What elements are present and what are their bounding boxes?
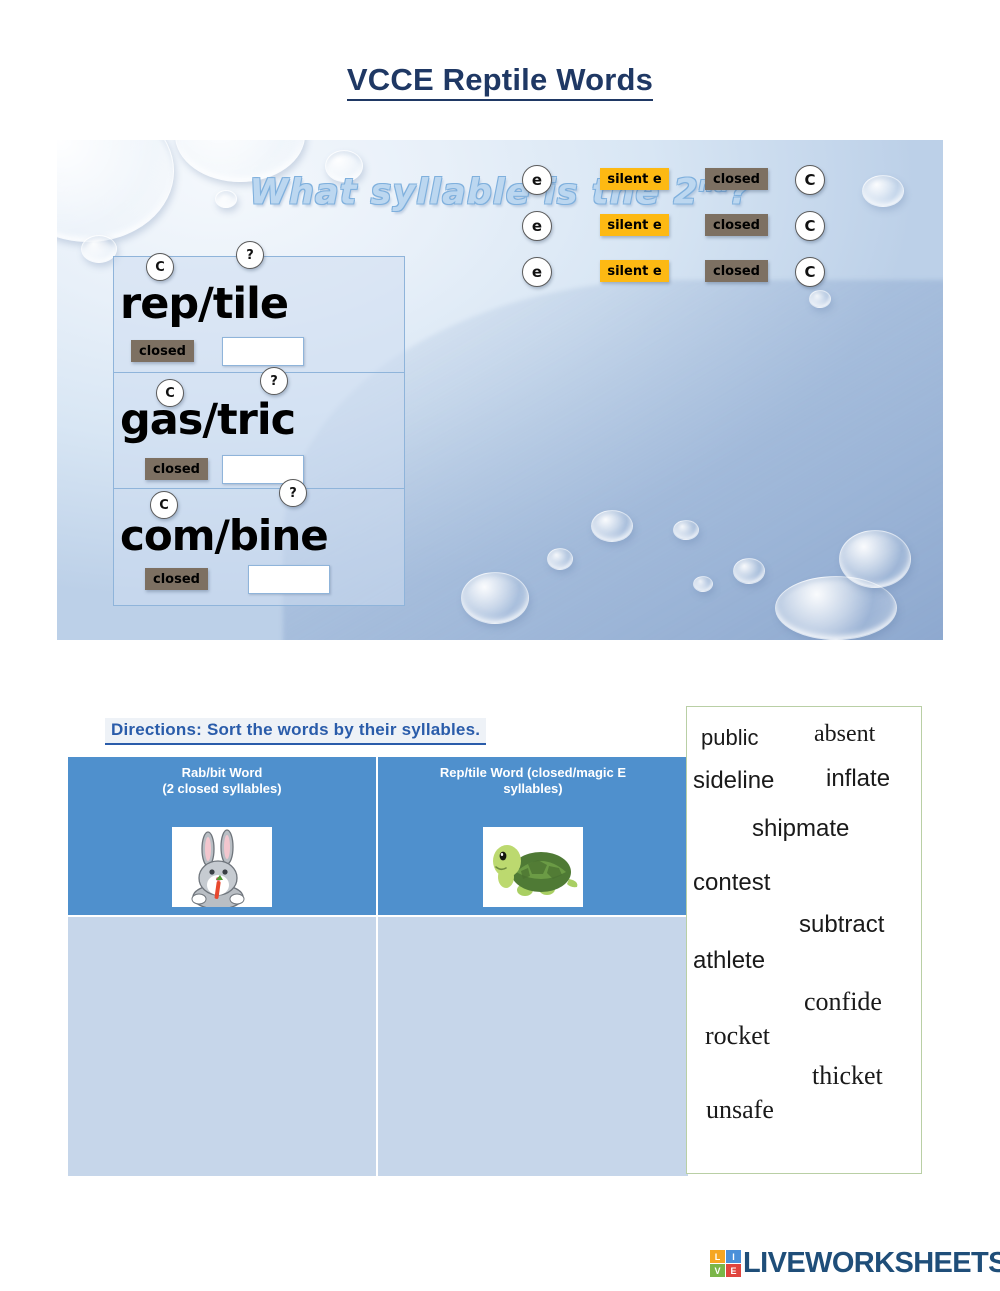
sort-table-header-row: Rab/bit Word (2 closed syllables) Rep/ti…	[68, 757, 688, 915]
water-droplet-icon	[673, 520, 699, 540]
water-droplet-icon	[547, 548, 573, 570]
word-bank-item[interactable]: inflate	[826, 765, 890, 793]
word-bank-item[interactable]: subtract	[799, 911, 884, 939]
closed-chip[interactable]: closed	[145, 568, 208, 590]
token-c-circle[interactable]: C	[795, 165, 825, 195]
water-droplet-icon	[591, 510, 633, 542]
syllable-word: rep/tile	[120, 279, 289, 329]
sort-column-header-rabbit: Rab/bit Word (2 closed syllables)	[68, 757, 378, 915]
question-badge[interactable]: ?	[279, 479, 307, 507]
page-title-text: VCCE Reptile Words	[346, 62, 654, 101]
directions-text: Sort the words by their syllables.	[206, 720, 481, 739]
logo-tile-l: L	[710, 1250, 725, 1263]
closed-chip[interactable]: closed	[145, 458, 208, 480]
water-droplet-icon	[693, 576, 713, 592]
logo-tile-e: E	[726, 1264, 741, 1277]
sort-dropzone-reptile[interactable]	[378, 917, 688, 1176]
syllable-word: com/bine	[120, 511, 329, 560]
word-bank-item[interactable]: confide	[804, 987, 882, 1017]
directions-separator: :	[196, 720, 207, 739]
closed-syllable-badge[interactable]: C	[150, 491, 178, 519]
answer-drop-box[interactable]	[222, 337, 304, 366]
water-droplet-icon	[733, 558, 765, 584]
answer-drop-box[interactable]	[248, 565, 330, 594]
token-closed-chip[interactable]: closed	[705, 168, 768, 190]
sort-dropzone-rabbit[interactable]	[68, 917, 378, 1176]
turtle-illustration	[483, 827, 583, 907]
sort-column-header-line1: Rab/bit Word	[181, 765, 263, 780]
directions-label: Directions	[111, 720, 197, 739]
word-bank-item[interactable]: sideline	[693, 767, 774, 795]
question-badge[interactable]: ?	[236, 241, 264, 269]
sort-column-header-line2: (2 closed syllables)	[162, 781, 282, 796]
token-silent-e-chip[interactable]: silent e	[600, 214, 669, 236]
word-bank-item[interactable]: rocket	[705, 1021, 770, 1051]
word-bank-item[interactable]: absent	[814, 721, 875, 748]
word-bank-item[interactable]: contest	[693, 869, 770, 897]
token-e-circle[interactable]: e	[522, 165, 552, 195]
sort-column-header-line1: Rep/tile Word (closed/magic E	[439, 765, 627, 780]
word-bank-item[interactable]: thicket	[812, 1061, 883, 1091]
syllable-word-panel: C ? rep/tile closed C ? gas/tric closed …	[113, 241, 405, 606]
closed-syllable-badge[interactable]: C	[156, 379, 184, 407]
token-e-circle[interactable]: e	[522, 257, 552, 287]
sort-column-header-line2: syllables)	[503, 781, 563, 796]
word-bank-item[interactable]: unsafe	[706, 1095, 774, 1125]
question-badge[interactable]: ?	[260, 367, 288, 395]
token-e-circle[interactable]: e	[522, 211, 552, 241]
syllable-row: C ? rep/tile closed	[114, 241, 404, 373]
token-c-circle[interactable]: C	[795, 257, 825, 287]
logo-tiles: L I V E	[710, 1250, 741, 1277]
syllable-row: C ? com/bine closed	[114, 479, 404, 605]
banner-heading-number: 2	[673, 172, 699, 213]
closed-syllable-badge[interactable]: C	[146, 253, 174, 281]
syllable-row: C ? gas/tric closed	[114, 367, 404, 489]
logo-tile-i: I	[726, 1250, 741, 1263]
water-droplet-icon	[81, 235, 117, 263]
water-droplet-icon	[839, 530, 911, 588]
rabbit-illustration	[172, 827, 272, 907]
word-bank-item[interactable]: athlete	[693, 947, 765, 975]
word-bank-item[interactable]: shipmate	[752, 815, 849, 843]
word-bank: public absent sideline inflate shipmate …	[686, 706, 922, 1174]
word-bank-item[interactable]: public	[701, 725, 758, 751]
sort-table-body-row	[68, 915, 688, 1176]
logo-tile-v: V	[710, 1264, 725, 1277]
liveworksheets-logo[interactable]: L I V E LIVEWORKSHEETS	[710, 1249, 1000, 1278]
logo-wordmark: LIVEWORKSHEETS	[743, 1247, 1000, 1279]
water-droplet-icon	[809, 290, 831, 308]
directions: Directions: Sort the words by their syll…	[105, 718, 487, 745]
syllable-word: gas/tric	[120, 395, 296, 445]
closed-chip[interactable]: closed	[131, 340, 194, 362]
page-title: VCCE Reptile Words	[0, 62, 1000, 101]
token-silent-e-chip[interactable]: silent e	[600, 260, 669, 282]
token-silent-e-chip[interactable]: silent e	[600, 168, 669, 190]
token-closed-chip[interactable]: closed	[705, 214, 768, 236]
sort-column-header-reptile: Rep/tile Word (closed/magic E syllables)	[378, 757, 688, 915]
sort-table: Rab/bit Word (2 closed syllables) Rep/ti…	[68, 757, 688, 1176]
token-closed-chip[interactable]: closed	[705, 260, 768, 282]
water-droplet-icon	[461, 572, 529, 624]
token-c-circle[interactable]: C	[795, 211, 825, 241]
